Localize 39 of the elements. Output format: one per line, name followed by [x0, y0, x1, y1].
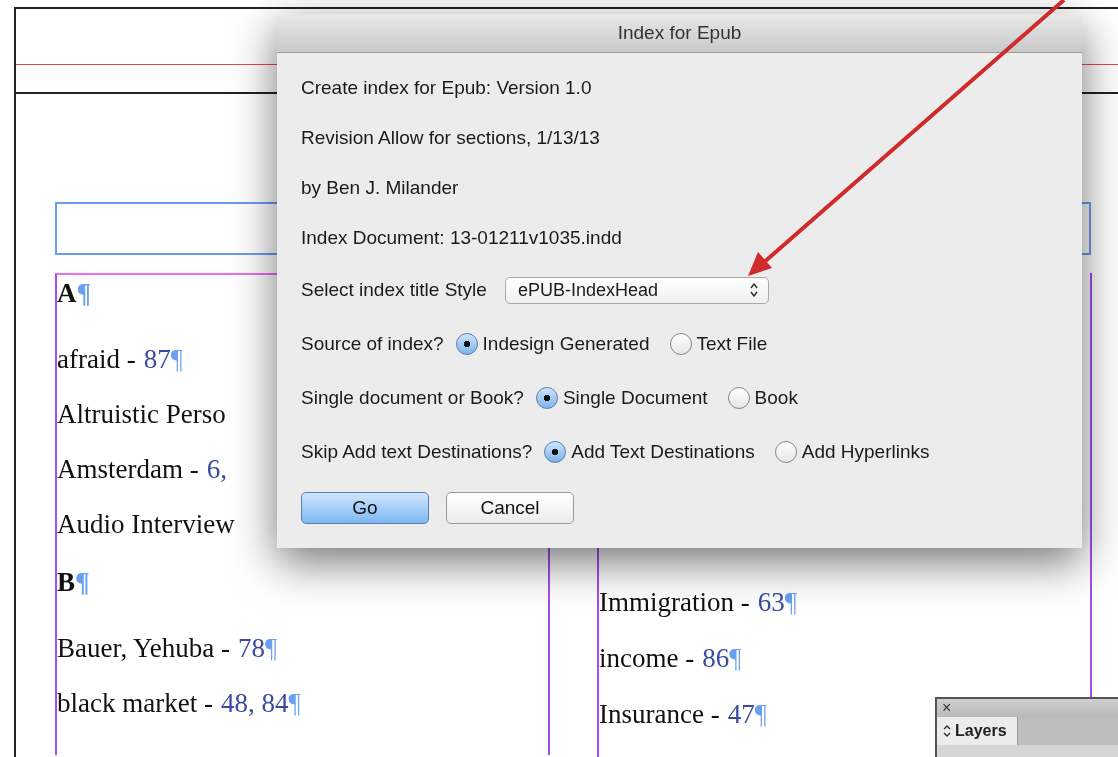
radio-button[interactable]	[727, 387, 750, 409]
index-heading: B¶	[57, 566, 90, 599]
updown-icon	[943, 725, 951, 737]
field-label: Select index title Style	[301, 279, 487, 301]
index-entry: Immigration - 63¶	[599, 586, 798, 619]
radio-label: Text File	[696, 333, 768, 355]
index-entry: Audio Interview	[57, 508, 235, 541]
index-entry: black market - 48, 84¶	[57, 687, 301, 720]
close-icon[interactable]: ×	[942, 700, 952, 716]
go-button[interactable]: Go	[301, 492, 429, 524]
field-label: Source of index?	[301, 333, 444, 355]
radio-label: Single Document	[562, 387, 708, 409]
info-text: Create index for Epub: Version 1.0	[301, 77, 592, 99]
index-entry: Altruistic Perso	[57, 398, 226, 431]
field-label: Skip Add text Destinations?	[301, 441, 533, 463]
index-heading: A¶	[57, 277, 92, 310]
radio-button[interactable]	[535, 387, 558, 409]
radio-label: Book	[754, 387, 798, 409]
radio-button[interactable]	[669, 333, 692, 355]
info-text: Revision Allow for sections, 1/13/13	[301, 127, 600, 149]
index-entry: Amsterdam - 6,	[57, 453, 228, 486]
radio-label: Add Text Destinations	[571, 441, 755, 463]
radio-label: Indesign Generated	[482, 333, 650, 355]
index-entry: income - 86¶	[599, 642, 742, 675]
index-entry: Insurance - 47¶	[599, 698, 767, 731]
style-dropdown[interactable]: ePUB-IndexHead	[504, 276, 769, 304]
radio-button[interactable]	[774, 441, 797, 463]
radio-button[interactable]	[455, 333, 478, 355]
info-text: Index Document: 13-01211v1035.indd	[301, 227, 622, 249]
layers-tab[interactable]: Layers	[937, 717, 1018, 745]
field-label: Single document or Book?	[301, 387, 524, 409]
cancel-button[interactable]: Cancel	[446, 492, 574, 524]
index-entry: afraid - 87¶	[57, 343, 184, 376]
radio-label: Add Hyperlinks	[801, 441, 930, 463]
radio-button[interactable]	[544, 441, 567, 463]
info-text: by Ben J. Milander	[301, 177, 459, 199]
dialog-title: Index for Epub	[277, 14, 1082, 53]
updown-icon	[749, 283, 758, 297]
index-entry: Bauer, Yehuba - 78¶	[57, 632, 278, 665]
